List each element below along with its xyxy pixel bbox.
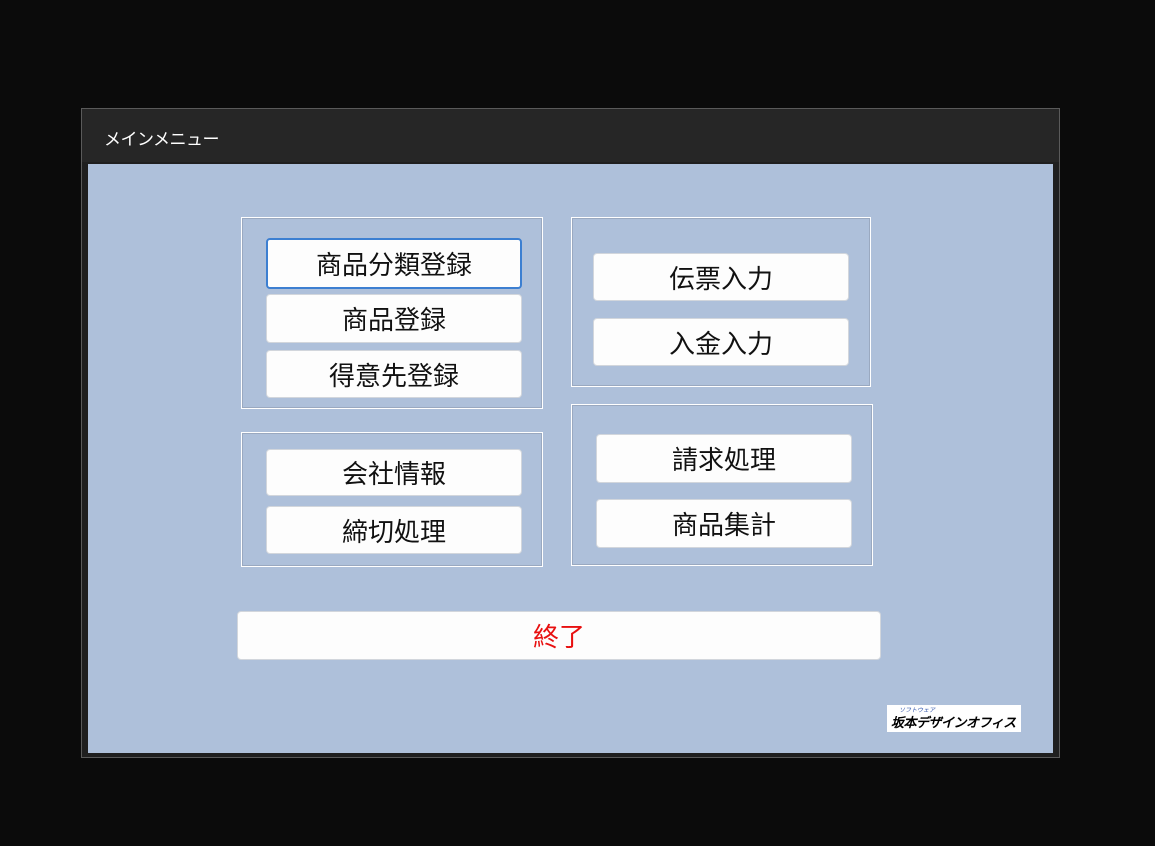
main-menu-window: メインメニュー 商品分類登録 商品登録 得意先登録 伝票入力 入金入力 会社情報…	[81, 108, 1060, 758]
logo-text: 坂本デザインオフィス	[891, 716, 1016, 731]
slip-entry-button[interactable]: 伝票入力	[593, 253, 849, 301]
window-title: メインメニュー	[104, 130, 220, 150]
title-bar[interactable]: メインメニュー	[82, 109, 1059, 162]
billing-process-button[interactable]: 請求処理	[596, 434, 852, 483]
exit-button[interactable]: 終了	[237, 611, 881, 660]
master-registration-group: 商品分類登録 商品登録 得意先登録	[241, 217, 543, 409]
product-summary-button[interactable]: 商品集計	[596, 499, 852, 548]
product-registration-button[interactable]: 商品登録	[266, 294, 522, 343]
billing-group: 請求処理 商品集計	[571, 404, 873, 566]
slip-entry-group: 伝票入力 入金入力	[571, 217, 871, 387]
customer-registration-button[interactable]: 得意先登録	[266, 350, 522, 398]
menu-client-area: 商品分類登録 商品登録 得意先登録 伝票入力 入金入力 会社情報 締切処理 請求…	[88, 164, 1053, 753]
company-settings-group: 会社情報 締切処理	[241, 432, 543, 567]
closing-process-button[interactable]: 締切処理	[266, 506, 522, 554]
payment-entry-button[interactable]: 入金入力	[593, 318, 849, 366]
company-info-button[interactable]: 会社情報	[266, 449, 522, 496]
company-logo: ソフトウェア 坂本デザインオフィス	[887, 705, 1021, 732]
product-category-registration-button[interactable]: 商品分類登録	[266, 238, 522, 289]
